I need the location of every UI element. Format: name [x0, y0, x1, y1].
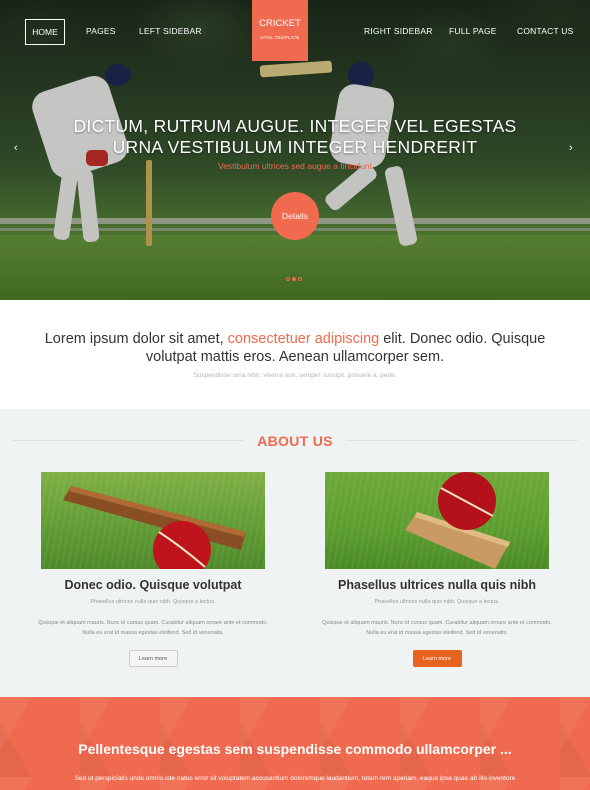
card-text-line1: Quisque et aliquam mauris. Nunc id cursu…: [322, 620, 552, 626]
hero-title-line2: URNA VESTIBULUM INTEGER HENDRERIT: [112, 137, 478, 157]
hero-title: DICTUM, RUTRUM AUGUE. INTEGER VEL EGESTA…: [0, 116, 590, 158]
about-card: Phasellus ultrices nulla quis nibh Phase…: [317, 472, 557, 667]
learn-more-button[interactable]: Learn more: [128, 650, 178, 667]
about-section: ABOUT US Donec odio. Quisque volutpat Ph…: [0, 409, 590, 697]
card-image-bat-ball: [41, 472, 265, 569]
slider-dot-active[interactable]: [292, 277, 296, 281]
learn-more-button[interactable]: Learn more: [412, 650, 462, 667]
hero-title-line1: DICTUM, RUTRUM AUGUE. INTEGER VEL EGESTA…: [73, 116, 517, 136]
logo-title: CRICKET: [259, 18, 301, 29]
card-title: Donec odio. Quisque volutpat: [64, 578, 242, 592]
intro-text-start: Lorem ipsum dolor sit amet,: [44, 331, 228, 347]
intro-text-highlight[interactable]: consectetuer adipiscing: [228, 331, 380, 347]
card-text: Quisque et aliquam mauris. Nunc id cursu…: [33, 618, 273, 638]
ball-on-bat-illustration: [405, 472, 510, 569]
intro-text: Lorem ipsum dolor sit amet, consectetuer…: [20, 330, 570, 366]
banner-text: Sed ut perspiciatis unde omnis iste natu…: [74, 775, 516, 782]
card-text-line2: Nulla eu erat id massa egestas eleifend.…: [82, 630, 224, 636]
slider-dot[interactable]: [286, 277, 290, 281]
slider-dot[interactable]: [298, 277, 302, 281]
about-card: Donec odio. Quisque volutpat Phasellus u…: [33, 472, 273, 667]
card-image-ball-on-bat: [325, 472, 549, 569]
banner-section: Pellentesque egestas sem suspendisse com…: [0, 697, 590, 790]
card-subtitle: Phasellus ultrices nulla quis nibh. Quis…: [90, 599, 216, 605]
about-title: ABOUT US: [257, 433, 333, 449]
card-text: Quisque et aliquam mauris. Nunc id cursu…: [317, 618, 557, 638]
card-title: Phasellus ultrices nulla quis nibh: [338, 578, 536, 592]
banner-title: Pellentesque egestas sem suspendisse com…: [78, 741, 512, 757]
nav-pages[interactable]: PAGES: [86, 26, 116, 36]
nav-contact-us[interactable]: CONTACT US: [517, 26, 573, 36]
nav-left-sidebar[interactable]: LEFT SIDEBAR: [139, 26, 202, 36]
chevron-right-icon[interactable]: ›: [569, 142, 573, 154]
intro-section: Lorem ipsum dolor sit amet, consectetuer…: [0, 300, 590, 409]
chevron-left-icon[interactable]: ‹: [14, 142, 18, 154]
bat-ball-illustration: [63, 486, 246, 569]
card-subtitle: Phasellus ultrices nulla quis nibh. Quis…: [374, 599, 500, 605]
card-text-line1: Quisque et aliquam mauris. Nunc id cursu…: [38, 620, 268, 626]
nav-full-page[interactable]: FULL PAGE: [449, 26, 497, 36]
intro-small-text: Suspendisse urna nibh, viverra non, semp…: [193, 372, 397, 379]
slider-pagination: [286, 277, 302, 281]
main-nav: HOME PAGES LEFT SIDEBAR CRICKET HTML TEM…: [0, 0, 590, 64]
card-text-line2: Nulla eu erat id massa egestas eleifend.…: [366, 630, 508, 636]
hero-subtitle: Vestibulum ultrices sed augue a tincidun…: [217, 161, 373, 171]
hero-slider: HOME PAGES LEFT SIDEBAR CRICKET HTML TEM…: [0, 0, 590, 300]
nav-right-sidebar[interactable]: RIGHT SIDEBAR: [364, 26, 433, 36]
site-logo[interactable]: CRICKET HTML TEMPLATE: [252, 0, 308, 61]
details-button[interactable]: Details: [271, 192, 319, 240]
nav-home[interactable]: HOME: [25, 19, 65, 45]
logo-subtitle: HTML TEMPLATE: [260, 35, 300, 40]
